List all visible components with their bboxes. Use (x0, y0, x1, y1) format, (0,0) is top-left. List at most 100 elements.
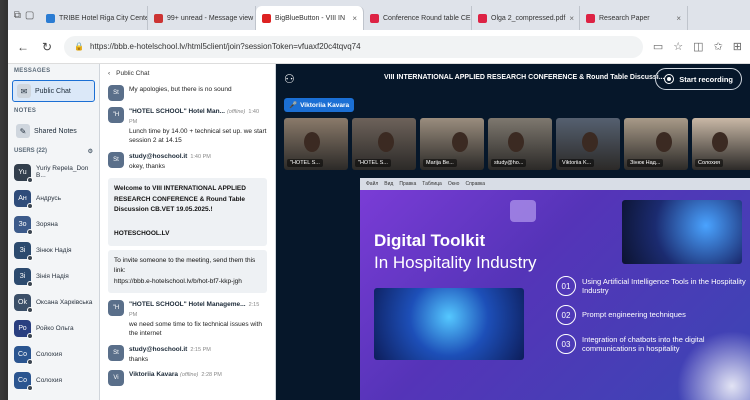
slide-menu-item[interactable]: Окно (448, 181, 460, 187)
user-list-item[interactable]: Со Солохия (8, 341, 99, 367)
browser-tab[interactable]: Conference Round table CE× (364, 6, 472, 30)
collections-icon[interactable]: ⊞ (733, 40, 742, 53)
window-controls[interactable]: ⧉ ▢ (8, 0, 40, 30)
message-body: My apologies, but there is no sound (129, 85, 232, 101)
reload-icon[interactable]: ↻ (40, 40, 54, 54)
tab-title: Research Paper (599, 14, 650, 22)
avatar-initials: Со (18, 376, 27, 384)
webcam-name: "HOTEL S... (287, 159, 323, 167)
webcam-tile[interactable]: study@ho... (488, 118, 552, 170)
invite-message: To invite someone to the meeting, send t… (108, 249, 267, 293)
conference-title: VIII INTERNATIONAL APPLIED RESEARCH CONF… (384, 74, 665, 81)
webcam-tile[interactable]: "HOTEL S... (284, 118, 348, 170)
message-author: "HOTEL SCHOOL" Hotel Man... (129, 108, 225, 115)
screen: ⧉▢ TRIBE Hotel Riga City Cente×99+ unrea… (8, 0, 750, 400)
chat-header[interactable]: ‹ Public Chat (100, 64, 275, 82)
video-icon[interactable]: ▭ (653, 40, 663, 53)
star-icon[interactable]: ☆ (673, 40, 683, 53)
avatar-initials: Yu (18, 168, 27, 176)
participant-figure (304, 132, 320, 152)
message-avatar: "H (108, 107, 124, 123)
invite-link[interactable]: https://bbb.e-hotelschool.lv/b/hot-bf7-k… (114, 277, 261, 287)
avatar-initials: Ан (18, 194, 27, 202)
user-list-item[interactable]: Ok Оксана Харківська (8, 289, 99, 315)
webcam-tile[interactable]: Marija Be... (420, 118, 484, 170)
record-icon (664, 74, 675, 84)
user-settings-icon[interactable]: ⚇ (284, 72, 295, 86)
participant-figure (452, 132, 468, 152)
users-count: USERS (22) (14, 148, 48, 154)
browser-tab[interactable]: Olga 2_compressed.pdf × (472, 6, 580, 30)
tab-favicon-icon (46, 13, 55, 23)
user-name: Солохия (36, 376, 62, 384)
shared-notes-item[interactable]: ✎ Shared Notes (12, 120, 95, 142)
close-tab-icon[interactable]: × (676, 14, 681, 23)
notes-icon: ✎ (16, 124, 30, 138)
tab-title: 99+ unread - Message view (167, 14, 254, 22)
record-label: Start recording (679, 74, 733, 84)
message-author-line: study@hoschool.it 1:40 PM (129, 152, 211, 162)
slide-menu-item[interactable]: Файл (366, 181, 378, 187)
avatar-initials: Ok (18, 298, 27, 306)
webcam-tile[interactable]: Viktoriia K... (556, 118, 620, 170)
webcam-name: Зінюк Над... (627, 159, 664, 167)
user-list-item[interactable]: Зі Зінія Надія (8, 263, 99, 289)
tab-actions-icon[interactable]: ⧉ (14, 10, 21, 21)
avatar: Yu (14, 163, 33, 183)
browser-tab[interactable]: 99+ unread - Message view× (148, 6, 256, 30)
message-time: 2:15 PM (190, 346, 211, 353)
welcome-link[interactable]: HOTESCHOOL.LV (114, 229, 261, 239)
back-icon[interactable]: ← (16, 40, 30, 54)
avatar-initials: Зі (19, 272, 26, 280)
participant-figure (378, 132, 394, 152)
message-body: "HOTEL SCHOOL" Hotel Man... (offline) 1:40… (129, 107, 267, 146)
message-body: "HOTEL SCHOOL" Hotel Manageme... 2:15 PM w… (129, 300, 267, 339)
slide-menu-item[interactable]: Правка (399, 181, 416, 187)
muted-mic-icon (27, 228, 33, 235)
slide-title-line2: In Hospitality Industry (374, 253, 537, 273)
shared-notes-label: Shared Notes (34, 127, 77, 135)
webcam-name: Viktoriia K... (559, 159, 595, 167)
workspaces-icon[interactable]: ▢ (25, 10, 34, 21)
start-recording-button[interactable]: Start recording (655, 68, 742, 90)
users-settings-icon[interactable]: ⚙ (88, 148, 93, 155)
slide-menu-item[interactable]: Вид (384, 181, 393, 187)
message-text: we need some time to fix technical issue… (129, 320, 262, 338)
bullet-text: Prompt engineering techniques (582, 310, 686, 320)
webcam-tile[interactable]: Солохия (692, 118, 750, 170)
avatar: Со (14, 371, 33, 391)
public-chat-item[interactable]: ✉ Public Chat (12, 80, 95, 102)
browser-tab[interactable]: Research Paper × (580, 6, 688, 30)
participant-figure (508, 132, 524, 152)
browser-tab[interactable]: TRIBE Hotel Riga City Cente× (40, 6, 148, 30)
user-name: Солохия (36, 350, 62, 358)
chat-message: "H "HOTEL SCHOOL" Hotel Manageme... 2:15 P… (100, 297, 275, 342)
user-list-item[interactable]: Yu Yuriy Repela_Don B... (8, 159, 99, 185)
avatar: Ан (14, 189, 33, 209)
bullet-number: 02 (556, 305, 576, 325)
favorites-icon[interactable]: ✩ (714, 40, 723, 53)
browser-tab[interactable]: BigBlueButton - VIII IN × (256, 6, 364, 30)
user-list-item[interactable]: Зі Зінюк Надія (8, 237, 99, 263)
user-list-item[interactable]: Ро Ройко Ольга (8, 315, 99, 341)
close-tab-icon[interactable]: × (352, 14, 357, 23)
microphone-icon: 🎤 (289, 102, 298, 109)
user-list-item[interactable]: Со Солохия (8, 367, 99, 393)
user-name: Андрусь (36, 194, 62, 202)
slide-menu-item[interactable]: Таблица (422, 181, 442, 187)
webcam-tile[interactable]: Зінюк Над... (624, 118, 688, 170)
url-field[interactable]: 🔒 https://bbb.e-hotelschool.lv/html5clie… (64, 35, 643, 58)
user-list-item[interactable]: Ан Андрусь (8, 185, 99, 211)
split-icon[interactable]: ◫ (693, 40, 703, 53)
webcam-tile[interactable]: "HOTEL S... (352, 118, 416, 170)
participant-figure (712, 132, 728, 152)
user-name: Зоряна (36, 220, 58, 228)
avatar: Ро (14, 319, 33, 339)
user-list-item[interactable]: Зо Зоряна (8, 211, 99, 237)
close-tab-icon[interactable]: × (569, 14, 574, 23)
muted-mic-icon (27, 332, 33, 339)
chevron-left-icon[interactable]: ‹ (108, 70, 110, 77)
slide-menu-item[interactable]: Справка (465, 181, 485, 187)
message-avatar: "H (108, 299, 124, 316)
chat-title: Public Chat (116, 69, 150, 77)
